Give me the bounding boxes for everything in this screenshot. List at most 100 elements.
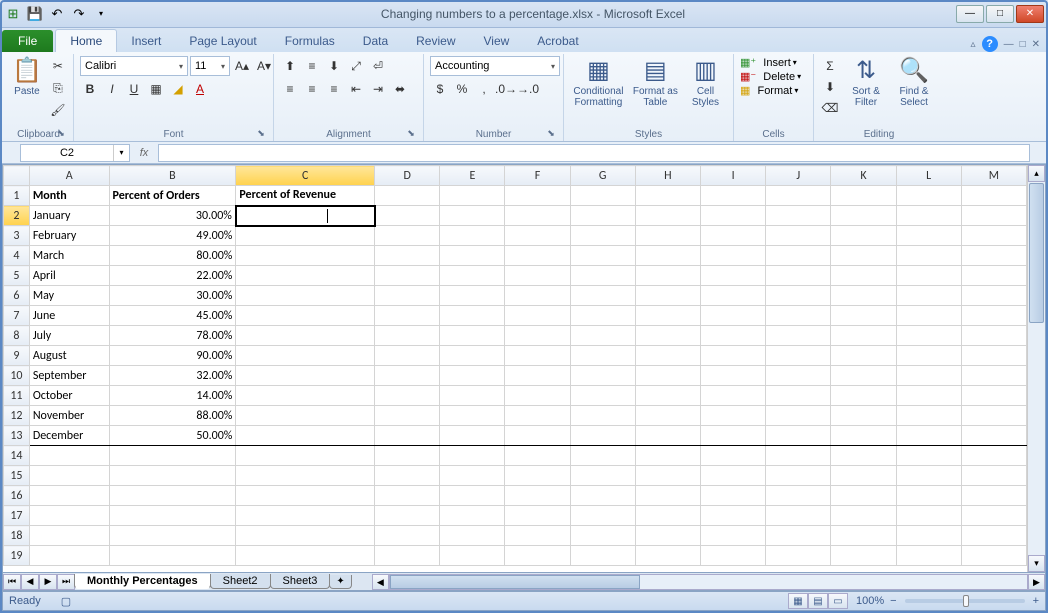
format-painter-button[interactable]: 🖌 <box>48 100 68 120</box>
cell-I7[interactable] <box>701 306 766 326</box>
comma-button[interactable]: , <box>474 79 494 99</box>
col-header-H[interactable]: H <box>635 166 700 186</box>
cell-J18[interactable] <box>766 526 831 546</box>
cell-B7[interactable]: 45.00% <box>109 306 236 326</box>
row-header-9[interactable]: 9 <box>4 346 30 366</box>
cell-L14[interactable] <box>896 446 961 466</box>
cell-J15[interactable] <box>766 466 831 486</box>
cell-L19[interactable] <box>896 546 961 566</box>
merge-center-button[interactable]: ⬌ <box>390 79 410 99</box>
cell-I1[interactable] <box>701 186 766 206</box>
prev-sheet-button[interactable]: ◀ <box>21 574 39 590</box>
cell-H19[interactable] <box>635 546 700 566</box>
cell-E16[interactable] <box>440 486 505 506</box>
cell-M16[interactable] <box>961 486 1026 506</box>
cell-D19[interactable] <box>375 546 440 566</box>
cell-K12[interactable] <box>831 406 896 426</box>
cell-E11[interactable] <box>440 386 505 406</box>
cell-B17[interactable] <box>109 506 236 526</box>
sheet-tab-2[interactable]: Sheet2 <box>210 574 271 589</box>
row-header-19[interactable]: 19 <box>4 546 30 566</box>
cell-F4[interactable] <box>505 246 570 266</box>
cell-D4[interactable] <box>375 246 440 266</box>
cell-F3[interactable] <box>505 226 570 246</box>
row-header-4[interactable]: 4 <box>4 246 30 266</box>
cell-G7[interactable] <box>570 306 635 326</box>
cell-A15[interactable] <box>29 466 109 486</box>
cell-H11[interactable] <box>635 386 700 406</box>
cell-D14[interactable] <box>375 446 440 466</box>
cell-I3[interactable] <box>701 226 766 246</box>
row-header-14[interactable]: 14 <box>4 446 30 466</box>
align-left-button[interactable]: ≡ <box>280 79 300 99</box>
col-header-G[interactable]: G <box>570 166 635 186</box>
cell-H5[interactable] <box>635 266 700 286</box>
normal-view-button[interactable]: ▦ <box>788 593 808 609</box>
cell-K1[interactable] <box>831 186 896 206</box>
cell-B6[interactable]: 30.00% <box>109 286 236 306</box>
cell-G10[interactable] <box>570 366 635 386</box>
cell-M12[interactable] <box>961 406 1026 426</box>
sheet-tab-3[interactable]: Sheet3 <box>270 574 331 589</box>
undo-icon[interactable]: ↶ <box>48 5 66 23</box>
cell-J17[interactable] <box>766 506 831 526</box>
cell-J12[interactable] <box>766 406 831 426</box>
row-header-18[interactable]: 18 <box>4 526 30 546</box>
cell-A5[interactable]: April <box>29 266 109 286</box>
cell-F17[interactable] <box>505 506 570 526</box>
cell-L16[interactable] <box>896 486 961 506</box>
cell-L12[interactable] <box>896 406 961 426</box>
cell-L15[interactable] <box>896 466 961 486</box>
insert-cells-button[interactable]: ▦⁺ Insert▾ <box>740 56 797 69</box>
cell-E10[interactable] <box>440 366 505 386</box>
cell-I6[interactable] <box>701 286 766 306</box>
cell-C9[interactable] <box>236 346 375 366</box>
cell-K14[interactable] <box>831 446 896 466</box>
cell-A11[interactable]: October <box>29 386 109 406</box>
cell-D8[interactable] <box>375 326 440 346</box>
cell-C17[interactable] <box>236 506 375 526</box>
close-button[interactable]: ✕ <box>1016 5 1044 23</box>
cell-A19[interactable] <box>29 546 109 566</box>
cell-F5[interactable] <box>505 266 570 286</box>
cell-D1[interactable] <box>375 186 440 206</box>
col-header-M[interactable]: M <box>961 166 1026 186</box>
redo-icon[interactable]: ↷ <box>70 5 88 23</box>
number-launcher-icon[interactable]: ⬊ <box>545 128 557 140</box>
cell-I10[interactable] <box>701 366 766 386</box>
cell-C3[interactable] <box>236 226 375 246</box>
cell-F9[interactable] <box>505 346 570 366</box>
cell-E12[interactable] <box>440 406 505 426</box>
cell-D12[interactable] <box>375 406 440 426</box>
cell-I2[interactable] <box>701 206 766 226</box>
font-size-combo[interactable]: 11▾ <box>190 56 230 76</box>
cell-L17[interactable] <box>896 506 961 526</box>
cell-D6[interactable] <box>375 286 440 306</box>
cell-C6[interactable] <box>236 286 375 306</box>
scroll-left-icon[interactable]: ◀ <box>372 574 389 590</box>
first-sheet-button[interactable]: ⏮ <box>3 574 21 590</box>
minimize-ribbon-icon[interactable]: ▵ <box>971 39 976 50</box>
wrap-text-button[interactable]: ⏎ <box>368 56 388 76</box>
cell-H16[interactable] <box>635 486 700 506</box>
last-sheet-button[interactable]: ⏭ <box>57 574 75 590</box>
cell-M8[interactable] <box>961 326 1026 346</box>
cell-H8[interactable] <box>635 326 700 346</box>
cell-G3[interactable] <box>570 226 635 246</box>
orientation-button[interactable]: ⤢ <box>346 56 366 76</box>
cell-I12[interactable] <box>701 406 766 426</box>
clear-button[interactable]: ⌫ <box>820 98 840 118</box>
cell-J19[interactable] <box>766 546 831 566</box>
cell-H12[interactable] <box>635 406 700 426</box>
cell-F11[interactable] <box>505 386 570 406</box>
paste-button[interactable]: 📋 Paste <box>10 56 44 99</box>
cell-M17[interactable] <box>961 506 1026 526</box>
cell-B5[interactable]: 22.00% <box>109 266 236 286</box>
cell-A6[interactable]: May <box>29 286 109 306</box>
horizontal-scrollbar[interactable]: ◀ ▶ <box>372 574 1045 590</box>
new-sheet-button[interactable]: ✦ <box>329 575 351 589</box>
copy-button[interactable]: ⎘ <box>48 78 68 98</box>
cell-A1[interactable]: Month <box>29 186 109 206</box>
vscroll-thumb[interactable] <box>1029 183 1044 323</box>
cell-C19[interactable] <box>236 546 375 566</box>
